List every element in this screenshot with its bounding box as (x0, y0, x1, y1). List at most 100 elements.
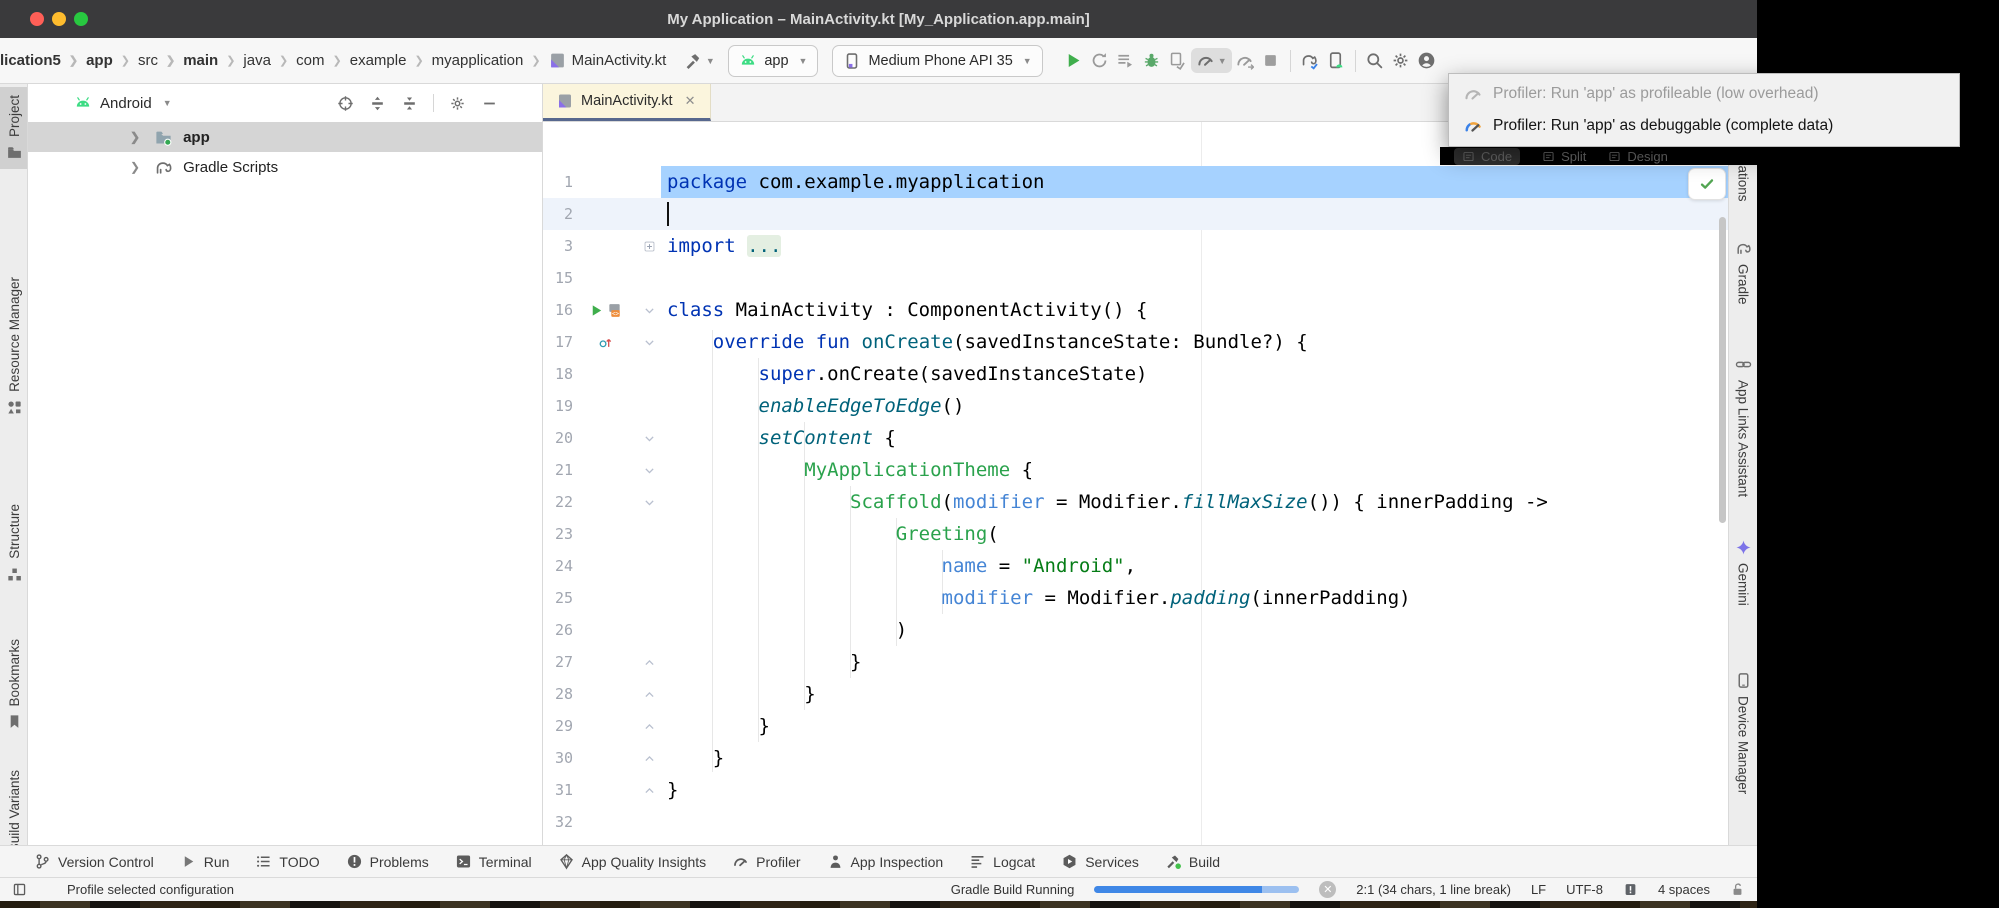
run-configuration-select[interactable]: app ▼ (728, 45, 818, 77)
gradle-sync-button[interactable] (1297, 48, 1323, 74)
gutter-icons[interactable] (573, 422, 637, 454)
cancel-progress-icon[interactable]: ✕ (1319, 881, 1336, 898)
fold-collapse-icon[interactable] (643, 496, 656, 509)
gutter-icons[interactable] (573, 806, 637, 838)
breadcrumb-item[interactable]: ❯example (325, 52, 407, 69)
code-text[interactable] (661, 198, 1728, 230)
tree-node-app[interactable]: ❯app (28, 122, 542, 152)
close-tab-icon[interactable]: ✕ (685, 93, 696, 109)
fold-collapse-icon[interactable] (643, 464, 656, 477)
editor-mode-design[interactable]: Design (1608, 149, 1667, 164)
breadcrumb-item[interactable]: ❯app (61, 52, 113, 69)
breadcrumb-item[interactable]: ❯com (271, 52, 325, 69)
settings-button[interactable] (1388, 48, 1414, 74)
run-button[interactable] (1061, 48, 1087, 74)
tool-window-button-device-manager[interactable]: Device Manager (1729, 664, 1757, 802)
code-text[interactable]: } (661, 742, 1728, 774)
device-manager-button[interactable] (1323, 48, 1349, 74)
minimize-window-button[interactable] (52, 12, 66, 26)
attach-profiler-button[interactable] (1232, 48, 1258, 74)
tool-window-button-bookmarks[interactable]: Bookmarks (0, 631, 28, 739)
gutter-icons[interactable] (573, 230, 637, 262)
run-with-coverage-button[interactable] (1113, 48, 1139, 74)
gutter-icons[interactable] (573, 774, 637, 806)
tool-window-button-services[interactable]: Services (1061, 853, 1139, 870)
code-text[interactable]: modifier = Modifier.padding(innerPadding… (661, 582, 1728, 614)
fold-column[interactable] (637, 230, 661, 262)
fold-column[interactable] (637, 326, 661, 358)
lock-icon[interactable] (1730, 882, 1745, 897)
breadcrumb-item[interactable]: ❯java (218, 52, 271, 69)
fold-column[interactable] (637, 550, 661, 582)
fold-column[interactable] (637, 454, 661, 486)
gutter-icons[interactable] (573, 166, 637, 198)
code-text[interactable]: ) (661, 614, 1728, 646)
tool-window-button-gradle[interactable]: Gradle (1729, 232, 1757, 313)
gutter-icons[interactable] (573, 518, 637, 550)
fold-column[interactable] (637, 678, 661, 710)
stop-button[interactable] (1258, 48, 1284, 74)
code-text[interactable]: } (661, 678, 1728, 710)
fold-collapse-icon[interactable] (643, 720, 656, 733)
project-view-selector[interactable]: Android (100, 95, 152, 112)
editor-tab-mainactivity[interactable]: MainActivity.kt ✕ (543, 84, 711, 121)
breadcrumb-item[interactable]: ❯src (113, 52, 158, 69)
tool-window-button-build[interactable]: Build (1165, 853, 1220, 870)
expand-all-icon[interactable] (369, 95, 386, 112)
gutter-icons[interactable] (573, 742, 637, 774)
tool-window-button-logcat[interactable]: Logcat (969, 853, 1035, 870)
file-encoding[interactable]: UTF-8 (1566, 882, 1603, 897)
fold-collapse-icon[interactable] (643, 688, 656, 701)
gutter-icons[interactable] (573, 198, 637, 230)
tool-window-button-gemini[interactable]: Gemini (1729, 531, 1757, 614)
fold-column[interactable] (637, 422, 661, 454)
fold-column[interactable] (637, 710, 661, 742)
breadcrumb-item[interactable]: lication5 (0, 52, 61, 69)
code-text[interactable]: override fun onCreate(savedInstanceState… (661, 326, 1728, 358)
fold-column[interactable] (637, 806, 661, 838)
collapse-all-icon[interactable] (401, 95, 418, 112)
tool-window-button-build-variants[interactable]: Build Variants (0, 762, 28, 845)
device-select[interactable]: Medium Phone API 35 ▼ (832, 45, 1042, 77)
build-project-button[interactable]: ▼ (686, 48, 712, 74)
fold-column[interactable] (637, 742, 661, 774)
code-text[interactable]: } (661, 774, 1728, 806)
gutter-icons[interactable] (573, 358, 637, 390)
code-text[interactable]: Greeting( (661, 518, 1728, 550)
gutter-icons[interactable] (573, 582, 637, 614)
fold-column[interactable] (637, 518, 661, 550)
fold-collapse-icon[interactable] (643, 656, 656, 669)
tool-window-button-todo[interactable]: TODO (255, 853, 319, 870)
inspection-widget[interactable] (1688, 168, 1726, 200)
restart-activity-button[interactable] (1087, 48, 1113, 74)
gutter-icons[interactable] (573, 678, 637, 710)
fold-column[interactable] (637, 294, 661, 326)
fold-collapse-icon[interactable] (643, 432, 656, 445)
code-text[interactable] (661, 262, 1728, 294)
fold-column[interactable] (637, 646, 661, 678)
tool-window-button-app-quality-insights[interactable]: App Quality Insights (558, 853, 707, 870)
code-text[interactable]: super.onCreate(savedInstanceState) (661, 358, 1728, 390)
tool-window-toggle-icon[interactable] (12, 882, 27, 897)
gutter-icons[interactable] (573, 646, 637, 678)
profiler-button[interactable]: ▼ (1191, 48, 1232, 73)
code-text[interactable] (661, 806, 1728, 838)
popup-item-debuggable[interactable]: Profiler: Run 'app' as debuggable (compl… (1449, 110, 1959, 142)
apply-changes-button[interactable] (1165, 48, 1191, 74)
gear-icon[interactable] (449, 95, 466, 112)
close-window-button[interactable] (30, 12, 44, 26)
editor-mode-split[interactable]: Split (1542, 149, 1586, 164)
code-text[interactable]: class MainActivity : ComponentActivity()… (661, 294, 1728, 326)
code-text[interactable]: enableEdgeToEdge() (661, 390, 1728, 422)
gutter-icons[interactable] (573, 326, 637, 358)
editor-mode-code[interactable]: Code (1454, 148, 1520, 165)
select-opened-file-icon[interactable] (337, 95, 354, 112)
code-editor[interactable]: 1package com.example.myapplication23impo… (543, 166, 1728, 838)
fold-column[interactable] (637, 390, 661, 422)
zoom-window-button[interactable] (74, 12, 88, 26)
code-text[interactable]: name = "Android", (661, 550, 1728, 582)
tool-window-button-run[interactable]: Run (180, 853, 230, 870)
tool-window-button-structure[interactable]: Structure (0, 496, 28, 591)
hide-panel-icon[interactable] (481, 95, 498, 112)
fold-collapse-icon[interactable] (643, 304, 656, 317)
